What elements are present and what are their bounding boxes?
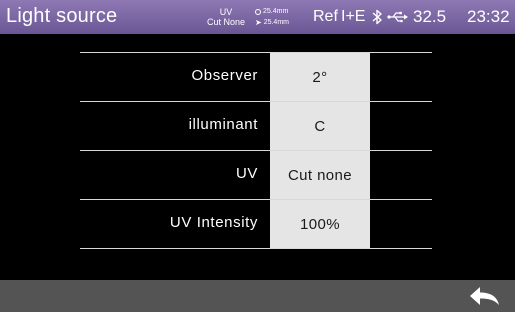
reference-indicator: Ref xyxy=(313,8,338,25)
status-bar: Light source UV Cut None 25.4mm ➤ 25.4mm… xyxy=(0,0,515,34)
settings-table: Observer 2° illuminant C UV Cut none UV … xyxy=(80,52,432,249)
setting-label: illuminant xyxy=(188,116,258,133)
uv-status-value: Cut None xyxy=(206,17,246,27)
setting-row-uv: UV Cut none xyxy=(80,150,432,199)
illuminant-value[interactable]: C xyxy=(270,102,370,150)
clock: 23:32 xyxy=(467,7,510,26)
setting-row-illuminant: illuminant C xyxy=(80,101,432,150)
setting-row-observer: Observer 2° xyxy=(80,52,432,101)
mode-indicator: I+E xyxy=(341,8,366,25)
illumination-icon: ➤ xyxy=(255,18,262,27)
observer-value[interactable]: 2° xyxy=(270,53,370,101)
setting-label: UV Intensity xyxy=(169,214,258,231)
uv-value[interactable]: Cut none xyxy=(270,151,370,199)
uv-intensity-value[interactable]: 100% xyxy=(270,200,370,248)
aperture-measure-size: 25.4mm xyxy=(263,8,289,15)
aperture-icon xyxy=(255,8,261,15)
bottom-bar xyxy=(0,280,515,312)
setting-label: UV xyxy=(235,165,258,182)
back-arrow-icon[interactable] xyxy=(466,284,502,308)
aperture-illum-size: 25.4mm xyxy=(263,19,289,26)
temperature-readout: 32.5 xyxy=(413,7,447,26)
uv-status-label: UV xyxy=(219,7,233,17)
page-title: Light source xyxy=(6,5,118,27)
aperture-status: 25.4mm ➤ 25.4mm xyxy=(255,6,305,28)
setting-row-uv-intensity: UV Intensity 100% xyxy=(80,199,432,249)
uv-status: UV Cut None xyxy=(200,7,252,27)
bluetooth-icon xyxy=(372,9,382,25)
usb-icon xyxy=(387,11,408,23)
setting-label: Observer xyxy=(191,67,258,84)
